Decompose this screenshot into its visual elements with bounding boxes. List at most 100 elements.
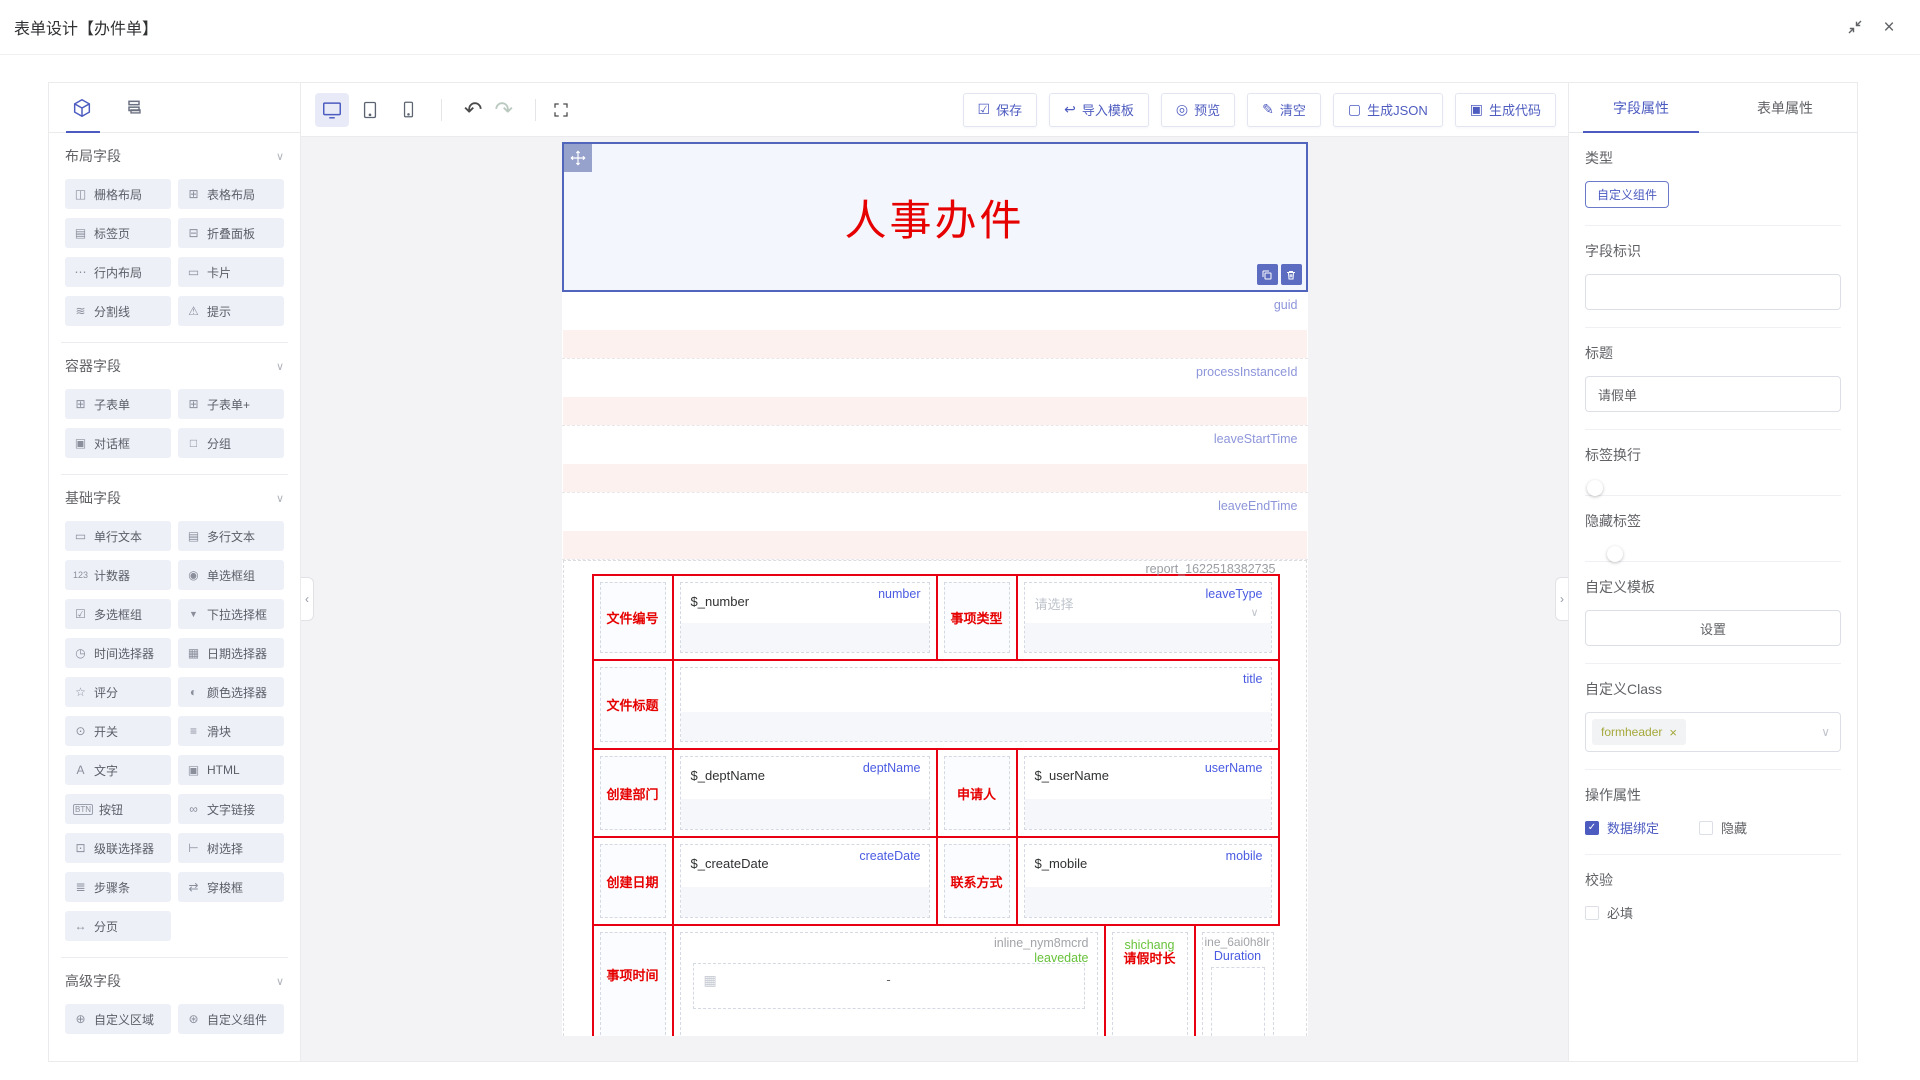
palette-item-color-picker[interactable]: ◐颜色选择器: [178, 677, 284, 707]
chevron-down-icon[interactable]: ∨: [276, 492, 284, 505]
field-duration[interactable]: ine_6ai0h8lr Duration: [1196, 926, 1280, 1036]
palette-item-card[interactable]: ▭卡片: [178, 257, 284, 287]
palette-item-table-layout[interactable]: ⊞表格布局: [178, 179, 284, 209]
custom-class-select[interactable]: formheader× ∨: [1585, 712, 1841, 752]
palette-item-collapse-panel[interactable]: ⊟折叠面板: [178, 218, 284, 248]
palette-item-switch[interactable]: ⊙开关: [65, 716, 171, 746]
palette-item-select[interactable]: ▼下拉选择框: [178, 599, 284, 629]
remove-tag-icon[interactable]: ×: [1669, 725, 1677, 740]
settings-button[interactable]: 设置: [1585, 610, 1841, 646]
close-icon[interactable]: ×: [1880, 18, 1898, 36]
palette-item-checkbox-group[interactable]: ☑多选框组: [65, 599, 171, 629]
date-range-picker[interactable]: ▦ -: [693, 963, 1085, 1009]
palette-item-text-link[interactable]: ∞ 文字链接: [178, 794, 284, 824]
preview-button[interactable]: ◎预览: [1161, 93, 1235, 127]
clear-button[interactable]: ✎清空: [1247, 93, 1321, 127]
palette-item-grid-layout[interactable]: ◫栅格布局: [65, 179, 171, 209]
hidden-field-input[interactable]: [563, 397, 1307, 425]
field-leave-type-select[interactable]: leaveType 请选择 ∨: [1018, 576, 1280, 659]
palette-item-custom-component[interactable]: ⊛自定义组件: [178, 1004, 284, 1034]
palette-item-button[interactable]: BTN按钮: [65, 794, 171, 824]
palette-item-radio-group[interactable]: ◉单选框组: [178, 560, 284, 590]
palette-tab-outline[interactable]: [121, 95, 147, 121]
section-title: 布局字段: [65, 146, 121, 166]
palette-item-custom-area[interactable]: ⊕自定义区域: [65, 1004, 171, 1034]
required-checkbox[interactable]: 必填: [1585, 903, 1841, 922]
tab-form-properties[interactable]: 表单属性: [1713, 83, 1857, 132]
import-template-button[interactable]: ↩导入模板: [1049, 93, 1149, 127]
palette-item-pagination[interactable]: ↔分页: [65, 911, 171, 941]
palette-item-tree-select[interactable]: ⊢树选择: [178, 833, 284, 863]
field-user-name[interactable]: userName $_userName: [1018, 750, 1280, 836]
palette-item-inline-layout[interactable]: ⋯行内布局: [65, 257, 171, 287]
palette-item-group[interactable]: □分组: [178, 428, 284, 458]
palette-item-time-picker[interactable]: ◷时间选择器: [65, 638, 171, 668]
field-title[interactable]: title: [674, 661, 1280, 748]
data-binding-checkbox[interactable]: ✓数据绑定: [1585, 818, 1659, 837]
palette-item-alert[interactable]: ⚠提示: [178, 296, 284, 326]
collapse-left-panel-handle[interactable]: ‹: [301, 577, 314, 621]
checkbox-icon: [1699, 821, 1713, 835]
field-create-date[interactable]: createDate $_createDate: [674, 838, 938, 924]
palette-tab-components[interactable]: [69, 95, 95, 121]
delete-component-icon[interactable]: [1281, 264, 1302, 285]
field-id-input[interactable]: [1585, 274, 1841, 310]
chevron-down-icon[interactable]: ∨: [276, 360, 284, 373]
device-desktop-button[interactable]: [315, 93, 349, 127]
range-separator: -: [694, 972, 1084, 987]
hidden-field-leave-end-time[interactable]: leaveEndTime: [562, 493, 1308, 560]
chevron-down-icon[interactable]: ∨: [276, 975, 284, 988]
redo-button[interactable]: ↷: [488, 99, 518, 121]
field-dept-name[interactable]: deptName $_deptName: [674, 750, 938, 836]
palette-item-divider[interactable]: ≋分割线: [65, 296, 171, 326]
generate-code-button[interactable]: ▣生成代码: [1455, 93, 1556, 127]
palette-item-single-text[interactable]: ▭单行文本: [65, 521, 171, 551]
palette-item-tabs[interactable]: ▤标签页: [65, 218, 171, 248]
device-tablet-button[interactable]: [353, 93, 387, 127]
palette-item-text[interactable]: A文字: [65, 755, 171, 785]
hidden-field-process-instance-id[interactable]: processInstanceId: [562, 359, 1308, 426]
hidden-field-input[interactable]: [563, 531, 1307, 559]
palette-item-steps[interactable]: ≣步骤条: [65, 872, 171, 902]
duration-input[interactable]: [1211, 967, 1265, 1036]
palette-item-dialog[interactable]: ▣对话框: [65, 428, 171, 458]
field-leave-date-range[interactable]: inline_nym8mcrd leavedate ▦ -: [674, 926, 1106, 1036]
title-input[interactable]: [1585, 376, 1841, 412]
field-mobile[interactable]: mobile $_mobile: [1018, 838, 1280, 924]
link-icon: ∞: [186, 802, 201, 816]
palette-item-transfer[interactable]: ⇄穿梭框: [178, 872, 284, 902]
palette-item-subform-plus[interactable]: ⊞子表单+: [178, 389, 284, 419]
form-header-component-selected[interactable]: 人事办件: [562, 142, 1308, 292]
chevron-down-icon[interactable]: ∨: [276, 150, 284, 163]
collapse-right-panel-handle[interactable]: ›: [1555, 577, 1568, 621]
generate-json-button[interactable]: ▢生成JSON: [1333, 93, 1443, 127]
fullscreen-icon[interactable]: [552, 101, 570, 119]
single-text-icon: ▭: [73, 529, 88, 543]
tab-field-properties[interactable]: 字段属性: [1569, 83, 1713, 132]
hide-checkbox[interactable]: 隐藏: [1699, 818, 1747, 837]
field-value: $_mobile: [1035, 856, 1088, 871]
palette-item-date-picker[interactable]: ▦日期选择器: [178, 638, 284, 668]
palette-item-html[interactable]: ▣HTML: [178, 755, 284, 785]
palette-item-label: 文字链接: [207, 801, 255, 818]
undo-button[interactable]: ↶: [458, 99, 488, 121]
device-phone-button[interactable]: [391, 93, 425, 127]
palette-item-label: 开关: [94, 723, 118, 740]
page-title: 表单设计【办件单】: [14, 15, 158, 39]
palette-item-slider[interactable]: ≡滑块: [178, 716, 284, 746]
save-button[interactable]: ☑保存: [963, 93, 1038, 127]
collapse-window-icon[interactable]: [1846, 18, 1864, 36]
hidden-field-input[interactable]: [563, 330, 1307, 358]
copy-component-icon[interactable]: [1257, 264, 1278, 285]
hidden-field-input[interactable]: [563, 464, 1307, 492]
hidden-field-guid[interactable]: guid: [562, 292, 1308, 359]
palette-item-subform[interactable]: ⊞子表单: [65, 389, 171, 419]
palette-item-multi-text[interactable]: ▤多行文本: [178, 521, 284, 551]
hidden-field-leave-start-time[interactable]: leaveStartTime: [562, 426, 1308, 493]
drag-move-icon[interactable]: [564, 144, 592, 172]
field-number[interactable]: number $_number: [674, 576, 938, 659]
palette-item-counter[interactable]: 123计数器: [65, 560, 171, 590]
palette-item-label: 卡片: [207, 264, 231, 281]
palette-item-cascader[interactable]: ⊡级联选择器: [65, 833, 171, 863]
palette-item-rate[interactable]: ☆评分: [65, 677, 171, 707]
